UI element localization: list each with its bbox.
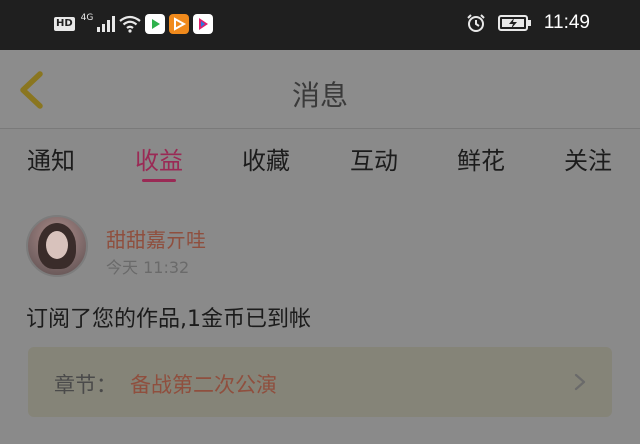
user-name[interactable]: 甜甜嘉亓哇 (106, 224, 206, 253)
navigation-bar: 消息 (0, 50, 640, 128)
chapter-title: 备战第二次公演 (130, 373, 277, 397)
message-text: 订阅了您的作品,1金币已到帐 (26, 307, 311, 332)
hd-badge: HD (54, 17, 75, 31)
tab-earnings[interactable]: 收益 (135, 141, 183, 176)
chapter-card[interactable]: 章节： 备战第二次公演 (28, 347, 612, 417)
signal-icon (97, 16, 116, 32)
page-title: 消息 (291, 79, 348, 112)
message-timestamp: 今天 11:32 (106, 258, 190, 277)
avatar[interactable] (26, 215, 88, 277)
video-app-icon (193, 14, 214, 34)
chapter-label: 章节： (54, 373, 117, 397)
tab-notifications[interactable]: 通知 (27, 141, 75, 176)
tab-interactions[interactable]: 互动 (350, 141, 398, 176)
player-icon (145, 14, 166, 34)
alarm-icon (467, 14, 485, 32)
network-type-label: 4G (80, 13, 94, 23)
status-time: 11:49 (543, 12, 590, 33)
status-left-icons: HD 4G (54, 13, 214, 34)
battery-charging-icon (497, 15, 531, 31)
tab-favorites[interactable]: 收藏 (242, 141, 290, 176)
wifi-icon (119, 15, 142, 33)
chevron-right-icon (574, 373, 586, 391)
tab-bar: 通知 收益 收藏 互动 鲜花 关注 (0, 129, 640, 191)
tab-flowers[interactable]: 鲜花 (457, 141, 505, 176)
tab-following[interactable]: 关注 (564, 141, 612, 176)
status-bar: HD 4G 11:49 (0, 0, 640, 50)
active-tab-indicator (142, 179, 176, 182)
status-right-icons: 11:49 (466, 12, 590, 34)
play-orange-icon (169, 14, 190, 34)
message-list: 甜甜嘉亓哇 今天 11:32 订阅了您的作品,1金币已到帐 章节： 备战第二次公… (0, 191, 640, 444)
avatar-face (46, 231, 68, 259)
